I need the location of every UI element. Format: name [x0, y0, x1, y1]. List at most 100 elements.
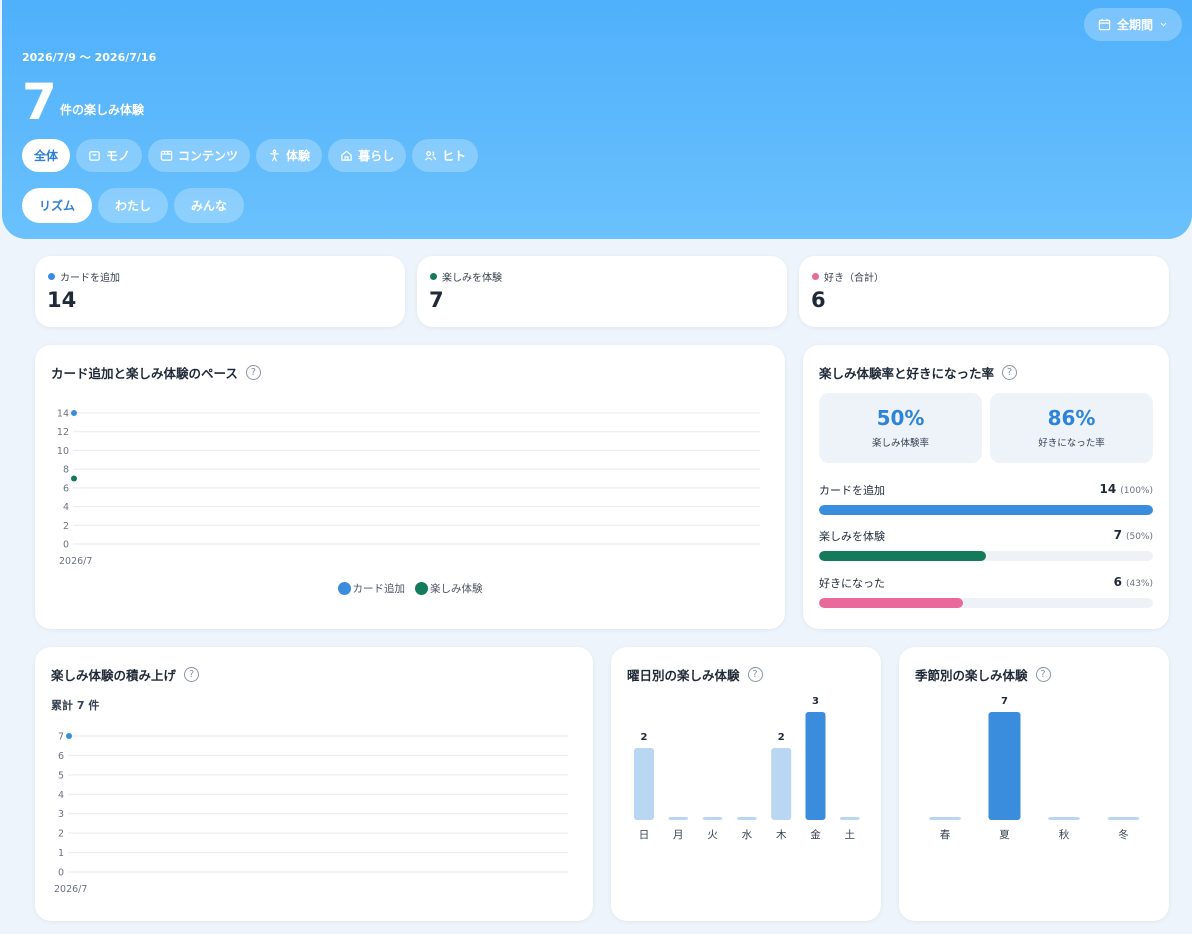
stat-value: 14 — [47, 288, 77, 312]
experience-rate-box: 50% 楽しみ体験率 — [819, 393, 982, 463]
view-tab-everyone[interactable]: みんな — [174, 188, 245, 223]
y-tick-label: 10 — [57, 446, 69, 457]
chevron-down-icon — [1160, 22, 1167, 27]
bar — [736, 817, 757, 820]
progress-fill — [819, 551, 986, 561]
data-point — [66, 733, 72, 739]
stat-value: 7 — [429, 288, 444, 312]
bar — [668, 817, 689, 820]
bag-icon — [89, 151, 100, 161]
season-card: 季節別の楽しみ体験? 春 7 夏 秋 冬 — [899, 647, 1169, 921]
view-switcher: リズム わたし みんな — [22, 188, 245, 223]
bar — [988, 712, 1021, 820]
x-tick-label: 水 — [742, 829, 753, 841]
person-icon — [270, 149, 279, 162]
bar-value: 14 — [1099, 482, 1117, 496]
y-tick-label: 5 — [58, 770, 64, 781]
y-tick-label: 4 — [63, 502, 69, 513]
data-point — [71, 410, 77, 416]
x-tick-label: 月 — [673, 829, 684, 841]
category-filter: 全体 モノ コンテンツ 体験 暮らし ヒト — [22, 139, 479, 172]
stat-card-experienced: 楽しみを体験 7 — [417, 256, 787, 327]
progress-track — [819, 551, 1153, 561]
stat-label: カードを追加 — [60, 273, 120, 284]
help-icon[interactable]: ? — [1035, 667, 1051, 682]
date-range: 2026/7/9 〜 2026/7/16 — [22, 51, 157, 64]
weekday-card: 曜日別の楽しみ体験? 2 日 月 火 水 2 木 3 金 土 — [611, 647, 881, 921]
rate-bar-liked: 好きになった 6 (43%) — [819, 575, 1153, 608]
stat-card-added: カードを追加 14 — [35, 256, 405, 327]
bar-label: カードを追加 — [819, 484, 885, 497]
card-title: 楽しみ体験の積み上げ — [51, 668, 177, 683]
period-select-button[interactable]: 全期間 — [1083, 8, 1182, 41]
category-tab-label: ヒト — [442, 149, 467, 163]
cumulative-total: 累計 7 件 — [51, 699, 100, 712]
bar — [771, 748, 792, 820]
bar — [634, 748, 654, 820]
x-tick-label: 秋 — [1059, 828, 1070, 841]
x-tick-label: 2026/7 — [54, 884, 87, 895]
y-tick-label: 6 — [58, 751, 64, 762]
help-icon[interactable]: ? — [1002, 365, 1018, 380]
category-tab-label: 全体 — [34, 149, 59, 163]
pace-chart-card: カード追加と楽しみ体験のペース? 0 2 4 6 8 10 12 14 2026/7 カード追加… — [35, 345, 785, 629]
chart-legend: カード追加 楽しみ体験 — [35, 581, 785, 596]
rate-caption: 好きになった率 — [1038, 438, 1105, 449]
y-tick-label: 14 — [57, 409, 69, 420]
y-tick-label: 4 — [58, 790, 64, 801]
y-tick-label: 7 — [58, 732, 64, 743]
home-icon — [341, 150, 352, 161]
legend-label: カード追加 — [352, 583, 406, 595]
weekday-chart: 2 日 月 火 水 2 木 3 金 土 — [634, 696, 860, 841]
bar — [929, 817, 961, 820]
experience-count-label: 件の楽しみ体験 — [60, 103, 145, 117]
category-tab-label: モノ — [106, 149, 131, 163]
category-tab-label: 体験 — [286, 149, 311, 163]
bar-percent: (43%) — [1125, 579, 1153, 589]
progress-track — [819, 505, 1153, 515]
view-tab-me[interactable]: わたし — [98, 188, 169, 223]
data-point — [71, 475, 77, 482]
help-icon[interactable]: ? — [747, 667, 763, 682]
progress-fill — [819, 598, 963, 608]
help-icon[interactable]: ? — [184, 667, 200, 682]
stat-value: 6 — [811, 288, 826, 312]
bar-percent: (100%) — [1120, 486, 1153, 496]
rate-value: 50% — [876, 406, 925, 430]
category-tab-living[interactable]: 暮らし — [328, 139, 407, 172]
category-tab-all[interactable]: 全体 — [22, 139, 71, 172]
stat-label: 好き（合計） — [824, 273, 884, 284]
x-tick-label: 2026/7 — [59, 556, 92, 567]
y-tick-label: 2 — [58, 829, 64, 840]
y-tick-label: 2 — [63, 521, 69, 532]
rate-value: 86% — [1047, 406, 1096, 430]
legend-dot — [430, 273, 437, 280]
legend-dot — [415, 582, 428, 595]
x-tick-label: 火 — [707, 829, 718, 841]
category-tab-people[interactable]: ヒト — [412, 139, 479, 172]
category-tab-contents[interactable]: コンテンツ — [148, 139, 251, 172]
y-tick-label: 0 — [58, 868, 64, 879]
legend-item[interactable]: 楽しみ体験 — [415, 581, 483, 596]
legend-item[interactable]: カード追加 — [337, 581, 406, 596]
progress-track — [819, 598, 1153, 608]
like-rate-box: 86% 好きになった率 — [990, 393, 1153, 463]
category-tab-experience[interactable]: 体験 — [256, 139, 323, 172]
bar — [702, 817, 723, 820]
view-tab-rhythm[interactable]: リズム — [22, 188, 93, 223]
x-tick-label: 夏 — [999, 829, 1010, 841]
card-title: 楽しみ体験率と好きになった率 — [819, 366, 995, 381]
category-tab-label: コンテンツ — [178, 149, 239, 163]
legend-dot — [337, 582, 351, 595]
x-tick-label: 冬 — [1118, 828, 1129, 841]
card-title: 曜日別の楽しみ体験 — [627, 668, 740, 683]
bar — [839, 817, 860, 820]
rate-bar-added: カードを追加 14 (100%) — [819, 482, 1153, 515]
help-icon[interactable]: ? — [245, 365, 261, 380]
rate-bar-experienced: 楽しみを体験 7 (50%) — [819, 528, 1153, 561]
bar-percent: (50%) — [1125, 532, 1153, 542]
bar-value-label: 2 — [778, 732, 785, 743]
category-tab-mono[interactable]: モノ — [76, 139, 143, 172]
bar — [1048, 817, 1080, 820]
legend-label: 楽しみ体験 — [430, 583, 483, 595]
